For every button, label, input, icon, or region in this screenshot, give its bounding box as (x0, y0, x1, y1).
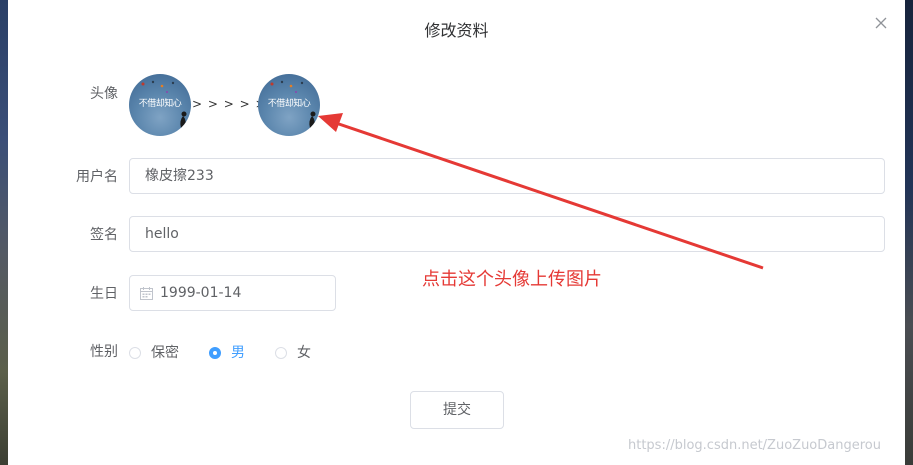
radio-label: 女 (297, 345, 311, 361)
radio-label: 保密 (151, 345, 179, 361)
gender-radio-secret[interactable]: 保密 (129, 344, 179, 362)
gender-label: 性别 (90, 344, 118, 360)
submit-button[interactable]: 提交 (410, 391, 504, 429)
gender-radio-male[interactable]: 男 (209, 344, 245, 362)
birthday-value: 1999-01-14 (160, 285, 242, 301)
background-page-left (0, 0, 8, 465)
birthday-label: 生日 (90, 286, 118, 302)
signature-input[interactable]: hello (129, 216, 885, 252)
annotation-text: 点击这个头像上传图片 (422, 269, 602, 290)
calendar-icon (140, 287, 153, 300)
current-avatar: 不借却知心 (129, 74, 191, 136)
radio-circle (129, 347, 141, 359)
username-value: 橡皮擦233 (145, 168, 214, 184)
username-label: 用户名 (76, 169, 118, 185)
signature-label: 签名 (90, 227, 118, 243)
avatar-image-text: 不借却知心 (267, 99, 311, 109)
avatar-upload[interactable]: 不借却知心 (258, 74, 320, 136)
radio-circle (275, 347, 287, 359)
close-icon[interactable] (874, 16, 890, 32)
username-input[interactable]: 橡皮擦233 (129, 158, 885, 194)
avatar-label: 头像 (90, 86, 118, 102)
watermark: https://blog.csdn.net/ZuoZuoDangerou (628, 438, 881, 453)
edit-profile-dialog: 修改资料 头像 不借却知心 > > > > > > 不借却知心 用户名 橡皮擦2… (8, 0, 905, 465)
signature-value: hello (145, 226, 179, 242)
avatar-image-text: 不借却知心 (138, 99, 182, 109)
gender-radio-female[interactable]: 女 (275, 344, 311, 362)
dialog-title: 修改资料 (424, 21, 489, 40)
radio-label: 男 (231, 345, 245, 361)
radio-circle-checked (209, 347, 221, 359)
birthday-date-picker[interactable]: 1999-01-14 (129, 275, 336, 311)
background-page-right (905, 0, 913, 465)
